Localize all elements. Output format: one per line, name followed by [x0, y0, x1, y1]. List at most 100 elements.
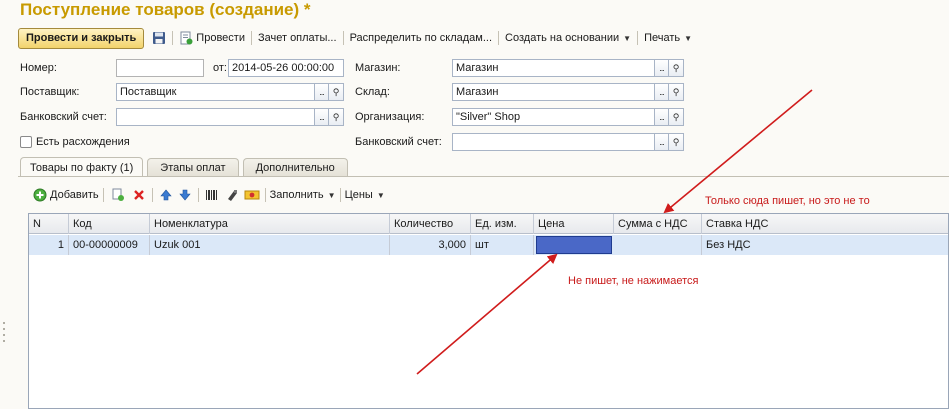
store-label: Магазин:: [355, 62, 401, 74]
tab-panel-border: [18, 176, 949, 177]
tab-payment-stages[interactable]: Этапы оплат: [147, 158, 239, 177]
toolbar-separator: [339, 188, 341, 202]
discrepancy-label: Есть расхождения: [36, 136, 130, 148]
cell-code[interactable]: 00-00000009: [69, 235, 150, 255]
tab-goods-actual[interactable]: Товары по факту (1): [20, 157, 144, 177]
organization-field[interactable]: "Silver" Shop: [452, 108, 654, 126]
fill-label: Заполнить: [269, 189, 324, 201]
supplier-label: Поставщик:: [20, 86, 80, 98]
arrow-to-sum-vat: [663, 89, 813, 214]
toolbar-separator: [102, 188, 104, 202]
supplier-select[interactable]: Поставщик ... ⚲: [116, 83, 344, 101]
barcode-icon[interactable]: [204, 187, 220, 203]
table-row[interactable]: 1 00-00000009 Uzuk 001 3,000 шт Без НДС: [29, 235, 948, 255]
delete-row-icon[interactable]: [131, 187, 147, 203]
bank-account-label: Банковский счет:: [20, 111, 107, 123]
search-icon[interactable]: ⚲: [329, 83, 344, 101]
search-icon[interactable]: ⚲: [669, 83, 684, 101]
column-header-sum-vat[interactable]: Сумма с НДС: [614, 214, 702, 234]
main-toolbar: Провести и закрыть Провести Зачет оплаты…: [18, 27, 697, 49]
number-label: Номер:: [20, 62, 57, 74]
search-icon[interactable]: ⚲: [669, 133, 684, 151]
discrepancy-checkbox-row[interactable]: Есть расхождения: [20, 136, 130, 148]
add-icon: [33, 188, 47, 202]
move-down-icon[interactable]: [177, 187, 193, 203]
add-row-button[interactable]: Добавить: [30, 184, 102, 206]
post-and-close-button[interactable]: Провести и закрыть: [18, 27, 145, 49]
warehouse-field[interactable]: Магазин: [452, 83, 654, 101]
select-dots-icon[interactable]: ...: [654, 133, 669, 151]
discrepancy-checkbox[interactable]: [20, 136, 32, 148]
org-bank-account-select[interactable]: ... ⚲: [452, 133, 684, 151]
supplier-field[interactable]: Поставщик: [116, 83, 314, 101]
warehouse-select[interactable]: Магазин ... ⚲: [452, 83, 684, 101]
fill-menu[interactable]: Заполнить ▼: [267, 184, 339, 206]
column-header-vat-rate[interactable]: Ставка НДС: [702, 214, 948, 234]
post-button[interactable]: Провести: [174, 27, 250, 49]
toolbar-separator: [151, 188, 153, 202]
cell-n[interactable]: 1: [29, 235, 69, 255]
number-field[interactable]: [116, 59, 204, 77]
column-header-unit[interactable]: Ед. изм.: [471, 214, 534, 234]
bank-account-field[interactable]: [116, 108, 314, 126]
column-header-price[interactable]: Цена: [534, 214, 614, 234]
dropdown-caret-icon: ▼: [623, 33, 632, 43]
search-icon[interactable]: ⚲: [669, 108, 684, 126]
cell-quantity[interactable]: 3,000: [390, 235, 471, 255]
toolbar-separator: [498, 31, 500, 45]
warehouse-label: Склад:: [355, 86, 390, 98]
toolbar-separator: [264, 188, 266, 202]
scanner-icon[interactable]: [224, 187, 240, 203]
select-dots-icon[interactable]: ...: [654, 59, 669, 77]
goods-table: N Код Номенклатура Количество Ед. изм. Ц…: [28, 213, 949, 409]
page-title: Поступление товаров (создание) *: [20, 0, 311, 19]
org-bank-account-field[interactable]: [452, 133, 654, 151]
organization-select[interactable]: "Silver" Shop ... ⚲: [452, 108, 684, 126]
tab-bar: Товары по факту (1) Этапы оплат Дополнит…: [20, 157, 348, 177]
add-label: Добавить: [50, 189, 99, 201]
payment-offset-button[interactable]: Зачет оплаты...: [253, 27, 342, 49]
prices-menu[interactable]: Цены ▼: [342, 184, 388, 206]
cell-sum-vat[interactable]: [614, 235, 702, 255]
select-dots-icon[interactable]: ...: [314, 108, 329, 126]
toolbar-separator: [197, 188, 199, 202]
table-header: N Код Номенклатура Количество Ед. изм. Ц…: [29, 214, 948, 234]
copy-row-icon[interactable]: [110, 187, 126, 203]
search-icon[interactable]: ⚲: [329, 108, 344, 126]
select-dots-icon[interactable]: ...: [654, 108, 669, 126]
select-dots-icon[interactable]: ...: [314, 83, 329, 101]
create-based-on-menu[interactable]: Создать на основании ▼: [500, 27, 636, 49]
date-field[interactable]: 2014-05-26 00:00:00: [228, 59, 344, 77]
annotation-note-top: Только сюда пишет, но это не то: [705, 195, 870, 207]
toolbar-separator: [172, 31, 174, 45]
cell-unit[interactable]: шт: [471, 235, 534, 255]
save-icon[interactable]: [151, 30, 167, 46]
column-header-nomenclature[interactable]: Номенклатура: [150, 214, 390, 234]
price-tag-icon[interactable]: [244, 187, 260, 203]
annotation-note-bottom: Не пишет, не нажимается: [568, 275, 699, 287]
toolbar-separator: [250, 31, 252, 45]
search-icon[interactable]: ⚲: [669, 59, 684, 77]
select-dots-icon[interactable]: ...: [654, 83, 669, 101]
post-icon: [179, 31, 193, 45]
move-up-icon[interactable]: [158, 187, 174, 203]
store-field[interactable]: Магазин: [452, 59, 654, 77]
prices-label: Цены: [344, 189, 373, 201]
distribute-warehouses-button[interactable]: Распределить по складам...: [345, 27, 497, 49]
table-toolbar: Добавить Заполнить ▼ Цены ▼: [30, 184, 388, 206]
column-header-quantity[interactable]: Количество: [390, 214, 471, 234]
create-based-on-label: Создать на основании: [505, 32, 620, 44]
cell-price[interactable]: [536, 236, 612, 254]
tab-additional[interactable]: Дополнительно: [242, 158, 348, 177]
print-menu[interactable]: Печать ▼: [639, 27, 697, 49]
toolbar-separator: [342, 31, 344, 45]
panel-resize-grip[interactable]: [3, 322, 6, 352]
cell-vat-rate[interactable]: Без НДС: [702, 235, 948, 255]
column-header-n[interactable]: N: [29, 214, 69, 234]
column-header-code[interactable]: Код: [69, 214, 150, 234]
toolbar-separator: [637, 31, 639, 45]
organization-label: Организация:: [355, 111, 425, 123]
cell-nomenclature[interactable]: Uzuk 001: [150, 235, 390, 255]
store-select[interactable]: Магазин ... ⚲: [452, 59, 684, 77]
bank-account-select[interactable]: ... ⚲: [116, 108, 344, 126]
